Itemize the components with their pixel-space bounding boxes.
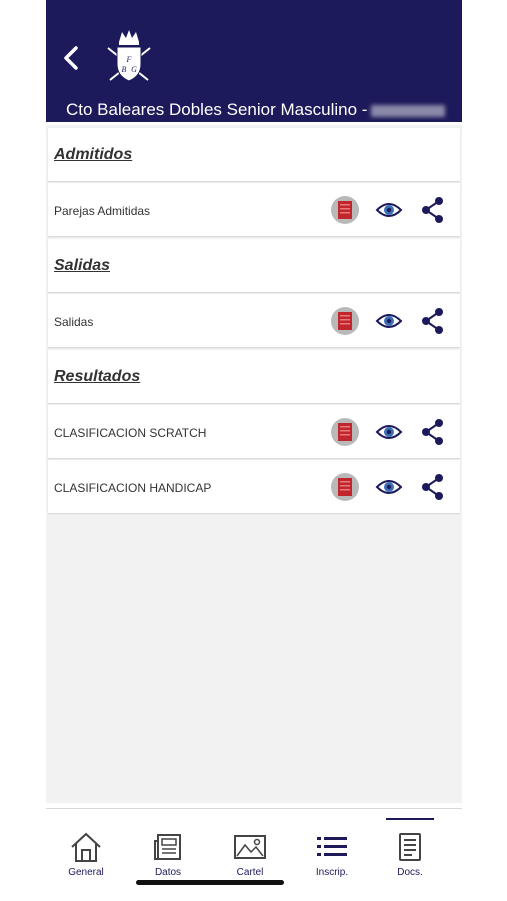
pdf-icon[interactable] (330, 306, 360, 336)
page-title-text: Cto Baleares Dobles Senior Masculino - (66, 100, 368, 119)
section-title: Salidas (54, 257, 111, 274)
selected-tab-indicator (386, 818, 434, 820)
document-row[interactable]: CLASIFICACION HANDICAP (48, 460, 460, 513)
home-indicator[interactable] (136, 880, 284, 885)
tab-general[interactable]: General (46, 809, 126, 879)
back-button[interactable] (60, 42, 82, 74)
document-icon (399, 833, 421, 861)
federation-logo: F B G (104, 28, 154, 84)
list-icon (317, 837, 347, 856)
tab-label: Docs. (397, 867, 423, 878)
newspaper-icon (154, 834, 181, 860)
eye-icon[interactable] (374, 195, 404, 225)
section-title: Resultados (54, 368, 141, 385)
home-icon (71, 832, 101, 862)
image-icon (234, 835, 266, 859)
document-row[interactable]: Parejas Admitidas (48, 183, 460, 236)
app-screen: F B G Cto Baleares Dobles Senior Masculi… (46, 0, 462, 901)
eye-icon[interactable] (374, 306, 404, 336)
document-actions (330, 472, 448, 502)
pdf-icon[interactable] (330, 195, 360, 225)
eye-icon[interactable] (374, 417, 404, 447)
document-actions (330, 417, 448, 447)
tab-cartel[interactable]: Cartel (210, 809, 290, 879)
document-label: Salidas (54, 315, 94, 329)
document-label: CLASIFICACION SCRATCH (54, 426, 207, 440)
tab-inscrip[interactable]: Inscrip. (292, 809, 372, 879)
share-icon[interactable] (418, 417, 448, 447)
tab-datos[interactable]: Datos (128, 809, 208, 879)
document-label: CLASIFICACION HANDICAP (54, 481, 212, 495)
section-header-salidas: Salidas (48, 239, 460, 292)
tab-bar: General Datos Cartel Inscrip. Docs. (46, 808, 462, 901)
tab-label: General (68, 867, 104, 878)
svg-text:G: G (131, 65, 137, 74)
svg-text:F: F (126, 55, 132, 64)
tab-label: Cartel (236, 867, 264, 878)
redacted-text (371, 104, 446, 117)
pdf-icon[interactable] (330, 417, 360, 447)
header: F B G Cto Baleares Dobles Senior Masculi… (46, 0, 462, 122)
documents-list: Admitidos Parejas Admitidas Salidas Sali… (46, 125, 462, 803)
share-icon[interactable] (418, 472, 448, 502)
chevron-left-icon (64, 46, 78, 70)
document-actions (330, 195, 448, 225)
section-header-resultados: Resultados (48, 350, 460, 403)
section-header-admitidos: Admitidos (48, 128, 460, 181)
share-icon[interactable] (418, 195, 448, 225)
svg-text:B: B (122, 65, 127, 74)
tab-label: Datos (154, 867, 182, 878)
pdf-icon[interactable] (330, 472, 360, 502)
page-title: Cto Baleares Dobles Senior Masculino - (66, 100, 456, 120)
document-actions (330, 306, 448, 336)
document-row[interactable]: Salidas (48, 294, 460, 347)
share-icon[interactable] (418, 306, 448, 336)
section-title: Admitidos (54, 146, 133, 163)
eye-icon[interactable] (374, 472, 404, 502)
tab-label: Inscrip. (315, 867, 349, 878)
document-label: Parejas Admitidas (54, 204, 151, 218)
tab-docs[interactable]: Docs. (370, 809, 450, 879)
document-row[interactable]: CLASIFICACION SCRATCH (48, 405, 460, 458)
